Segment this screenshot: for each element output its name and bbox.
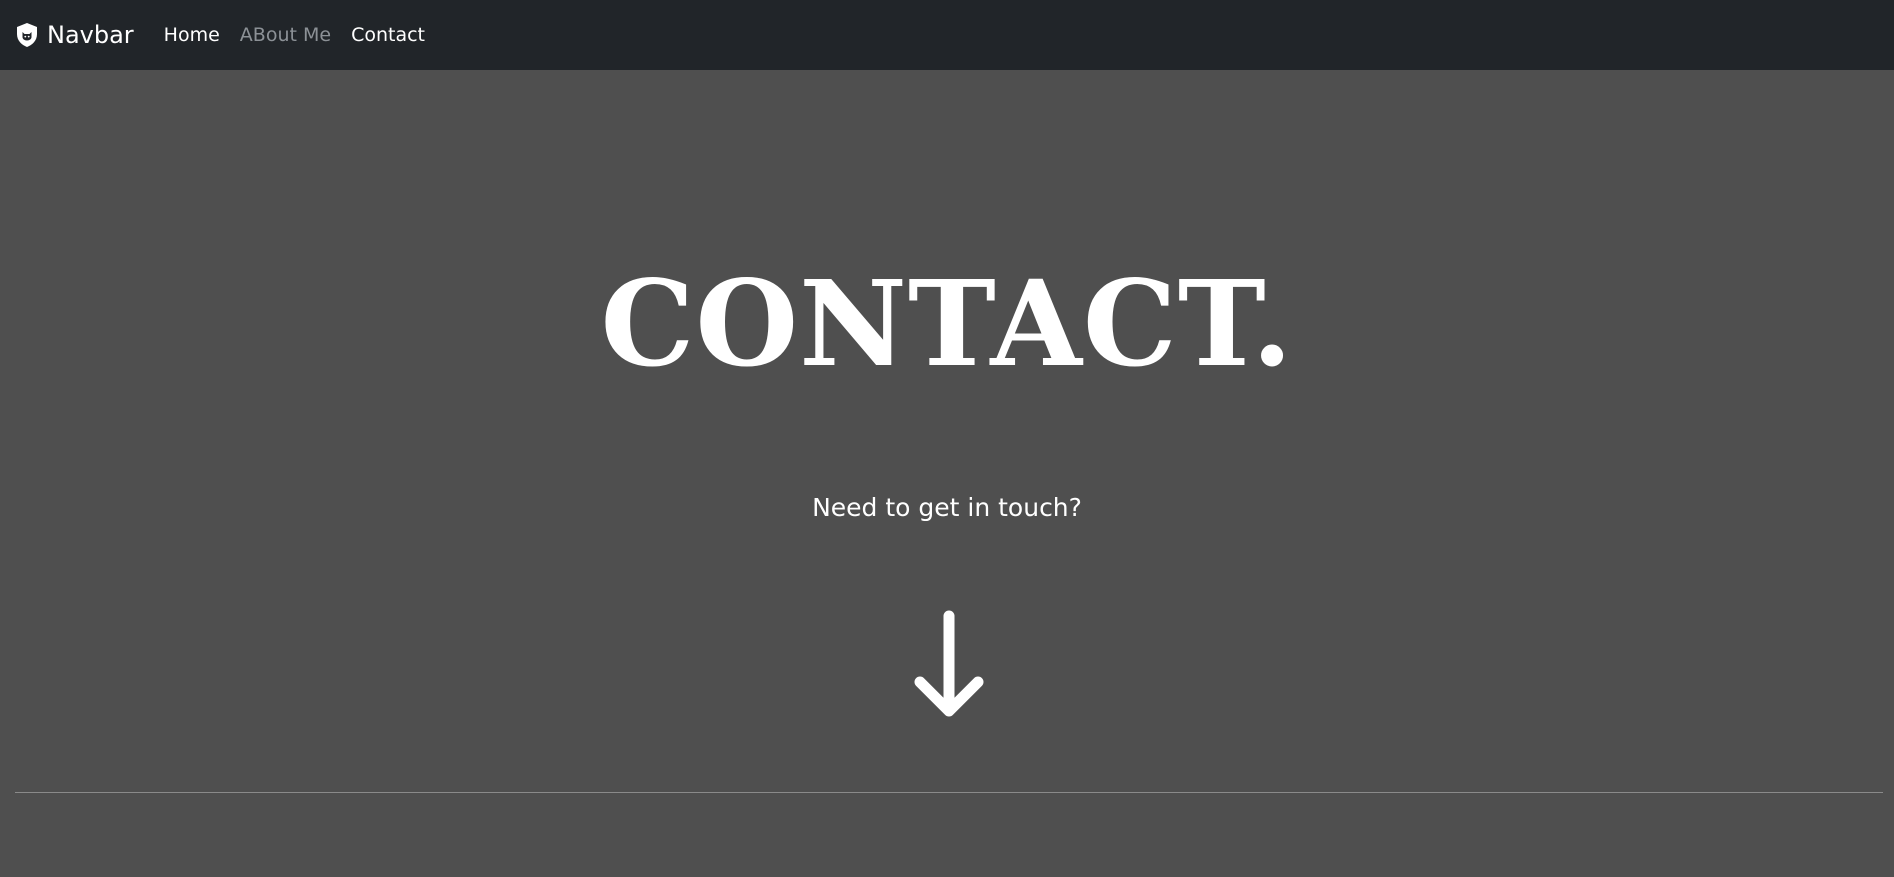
nav-link-home[interactable]: Home (164, 24, 220, 46)
navbar: Navbar Home ABout Me Contact (0, 0, 1894, 70)
arrow-down-icon[interactable] (912, 608, 986, 724)
shield-cat-icon (15, 22, 39, 48)
contact-hero: CONTACT. Need to get in touch? (0, 70, 1894, 877)
hero-subtitle: Need to get in touch? (812, 493, 1082, 522)
navbar-brand[interactable]: Navbar (15, 21, 134, 49)
section-divider (15, 792, 1883, 793)
page-title: CONTACT. (600, 254, 1294, 393)
nav-link-contact[interactable]: Contact (351, 24, 425, 46)
brand-label: Navbar (47, 21, 134, 49)
nav-link-about-me[interactable]: ABout Me (240, 24, 331, 46)
